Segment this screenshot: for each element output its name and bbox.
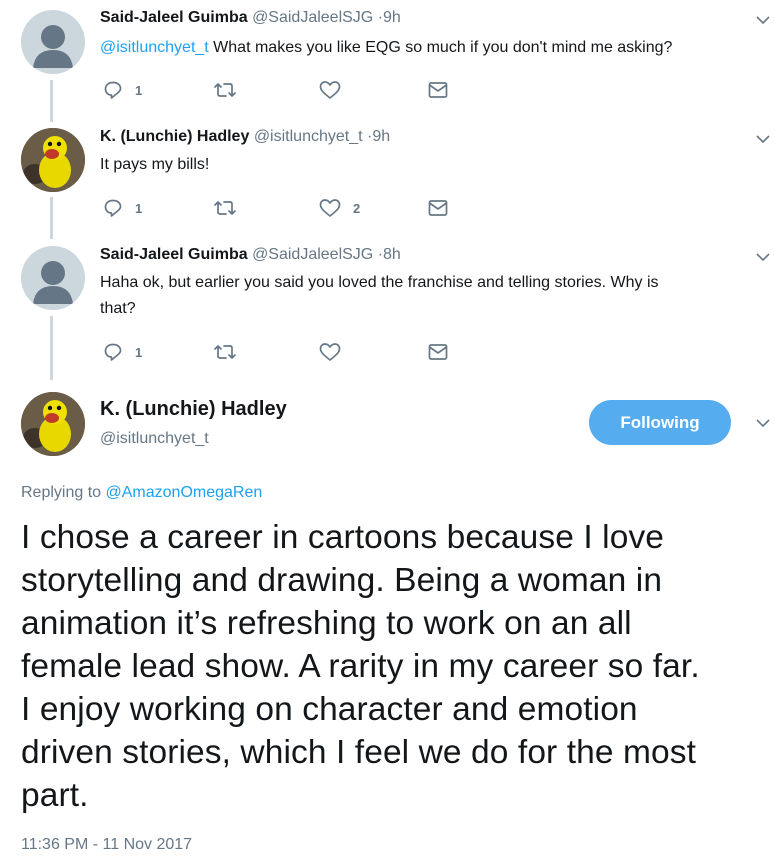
default-avatar-icon: [33, 261, 73, 304]
heart-icon: [319, 199, 341, 217]
thread-line: [50, 316, 53, 380]
author-name[interactable]: Said-Jaleel Guimba: [100, 246, 248, 263]
like-count: 2: [353, 200, 361, 216]
tweet-body: What makes you like EQG so much if you d…: [208, 39, 673, 56]
envelope-icon: [428, 200, 448, 216]
chevron-down-icon[interactable]: [755, 12, 771, 28]
heart-icon: [319, 81, 341, 99]
author-handle[interactable]: @SaidJaleelSJG: [252, 246, 373, 263]
reply-button[interactable]: 1: [103, 340, 142, 364]
chevron-down-icon[interactable]: [755, 131, 771, 147]
default-avatar-icon: [33, 25, 73, 68]
like-button[interactable]: [319, 78, 341, 102]
avatar[interactable]: [21, 246, 85, 310]
tweet-text-line: driven stories, which I feel we do for t…: [21, 734, 696, 771]
chevron-down-icon[interactable]: [755, 249, 771, 265]
tweet-text: It pays my bills!: [100, 156, 210, 173]
tweet-text-line: I chose a career in cartoons because I l…: [21, 519, 665, 556]
retweet-button[interactable]: [213, 78, 237, 102]
duck-avatar-icon: [21, 392, 85, 456]
tweet-timestamp[interactable]: 11:36 PM - 11 Nov 2017: [21, 836, 192, 854]
reply-button[interactable]: 1: [103, 196, 142, 220]
reply-icon: [104, 81, 122, 99]
reply-count: 1: [135, 200, 143, 216]
tweet-header: K. (Lunchie) Hadley @isitlunchyet_t ·9h: [100, 128, 390, 146]
tweet-text-line: part.: [21, 777, 89, 814]
tweet-time[interactable]: ·9h: [378, 9, 401, 26]
author-name[interactable]: K. (Lunchie) Hadley: [100, 398, 287, 421]
tweet-text-line: that?: [100, 300, 136, 317]
following-button[interactable]: Following: [589, 400, 731, 445]
reply-icon: [104, 343, 122, 361]
tweet-text: @isitlunchyet_t What makes you like EQG …: [100, 35, 765, 61]
tweet-text-line: Haha ok, but earlier you said you loved …: [100, 274, 659, 291]
mention-link[interactable]: @isitlunchyet_t: [100, 39, 209, 56]
tweet-header: Said-Jaleel Guimba @SaidJaleelSJG ·9h: [100, 9, 401, 27]
avatar[interactable]: [21, 10, 85, 74]
envelope-icon: [428, 344, 448, 360]
retweet-button[interactable]: [213, 340, 237, 364]
replying-to: Replying to @AmazonOmegaRen: [21, 484, 262, 502]
replying-prefix: Replying to: [21, 484, 106, 501]
author-handle[interactable]: @isitlunchyet_t: [100, 430, 209, 448]
author-handle[interactable]: @isitlunchyet_t: [254, 128, 363, 145]
retweet-icon: [214, 83, 236, 97]
envelope-icon: [428, 82, 448, 98]
reply-count: 1: [135, 344, 143, 360]
tweet-text-line: animation it’s refreshing to work on an …: [21, 605, 632, 642]
retweet-icon: [214, 345, 236, 359]
avatar[interactable]: [21, 392, 85, 456]
author-name[interactable]: K. (Lunchie) Hadley: [100, 128, 249, 145]
reply-button[interactable]: 1: [103, 78, 142, 102]
heart-icon: [319, 343, 341, 361]
main-tweet-text: I chose a career in cartoons because I l…: [21, 516, 773, 817]
like-button[interactable]: [319, 340, 341, 364]
thread-line: [50, 197, 53, 239]
tweet-time[interactable]: ·9h: [367, 128, 390, 145]
like-button[interactable]: 2: [319, 196, 360, 220]
retweet-icon: [214, 201, 236, 215]
tweet-text-line: storytelling and drawing. Being a woman …: [21, 562, 663, 599]
retweet-button[interactable]: [213, 196, 237, 220]
chevron-down-icon[interactable]: [755, 415, 771, 431]
tweet-header: Said-Jaleel Guimba @SaidJaleelSJG ·8h: [100, 246, 401, 264]
author-handle[interactable]: @SaidJaleelSJG: [252, 9, 373, 26]
dm-button[interactable]: [428, 196, 448, 220]
avatar[interactable]: [21, 128, 85, 192]
mention-link[interactable]: @AmazonOmegaRen: [106, 484, 263, 501]
thread-line: [50, 80, 53, 122]
reply-icon: [104, 199, 122, 217]
duck-avatar-icon: [21, 128, 85, 192]
tweet-time[interactable]: ·8h: [378, 246, 401, 263]
tweet-text-line: I enjoy working on character and emotion: [21, 691, 638, 728]
reply-count: 1: [135, 82, 143, 98]
author-name[interactable]: Said-Jaleel Guimba: [100, 9, 248, 26]
tweet-text: Haha ok, but earlier you said you loved …: [100, 270, 765, 322]
dm-button[interactable]: [428, 340, 448, 364]
tweet-text-line: female lead show. A rarity in my career …: [21, 648, 700, 685]
dm-button[interactable]: [428, 78, 448, 102]
